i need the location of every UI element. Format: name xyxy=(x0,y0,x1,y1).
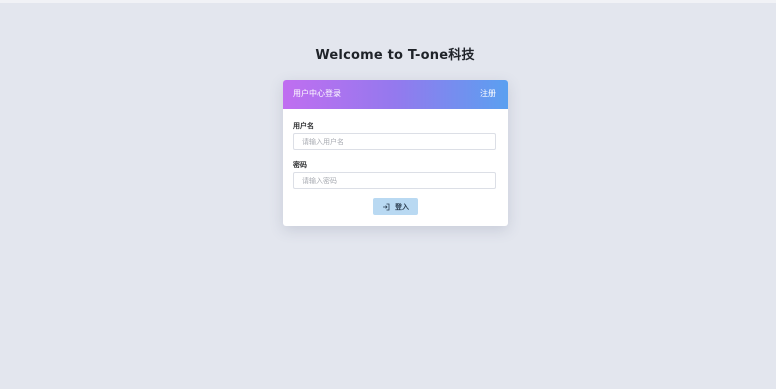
login-page: Welcome to T-one科技 用户中心登录 注册 用户名 密码 登入 xyxy=(0,0,776,389)
page-title: Welcome to T-one科技 xyxy=(315,48,475,63)
login-button-label: 登入 xyxy=(395,202,409,211)
password-label: 密码 xyxy=(293,161,307,169)
username-input[interactable] xyxy=(293,133,496,150)
login-icon xyxy=(382,203,390,211)
login-button[interactable]: 登入 xyxy=(373,198,418,215)
username-label: 用户名 xyxy=(293,122,314,130)
login-card-header: 用户中心登录 注册 xyxy=(283,80,508,109)
login-card: 用户中心登录 注册 用户名 密码 登入 xyxy=(283,80,508,226)
login-card-title: 用户中心登录 xyxy=(293,89,341,98)
password-input[interactable] xyxy=(293,172,496,189)
register-link[interactable]: 注册 xyxy=(480,88,496,99)
top-strip xyxy=(0,0,776,3)
